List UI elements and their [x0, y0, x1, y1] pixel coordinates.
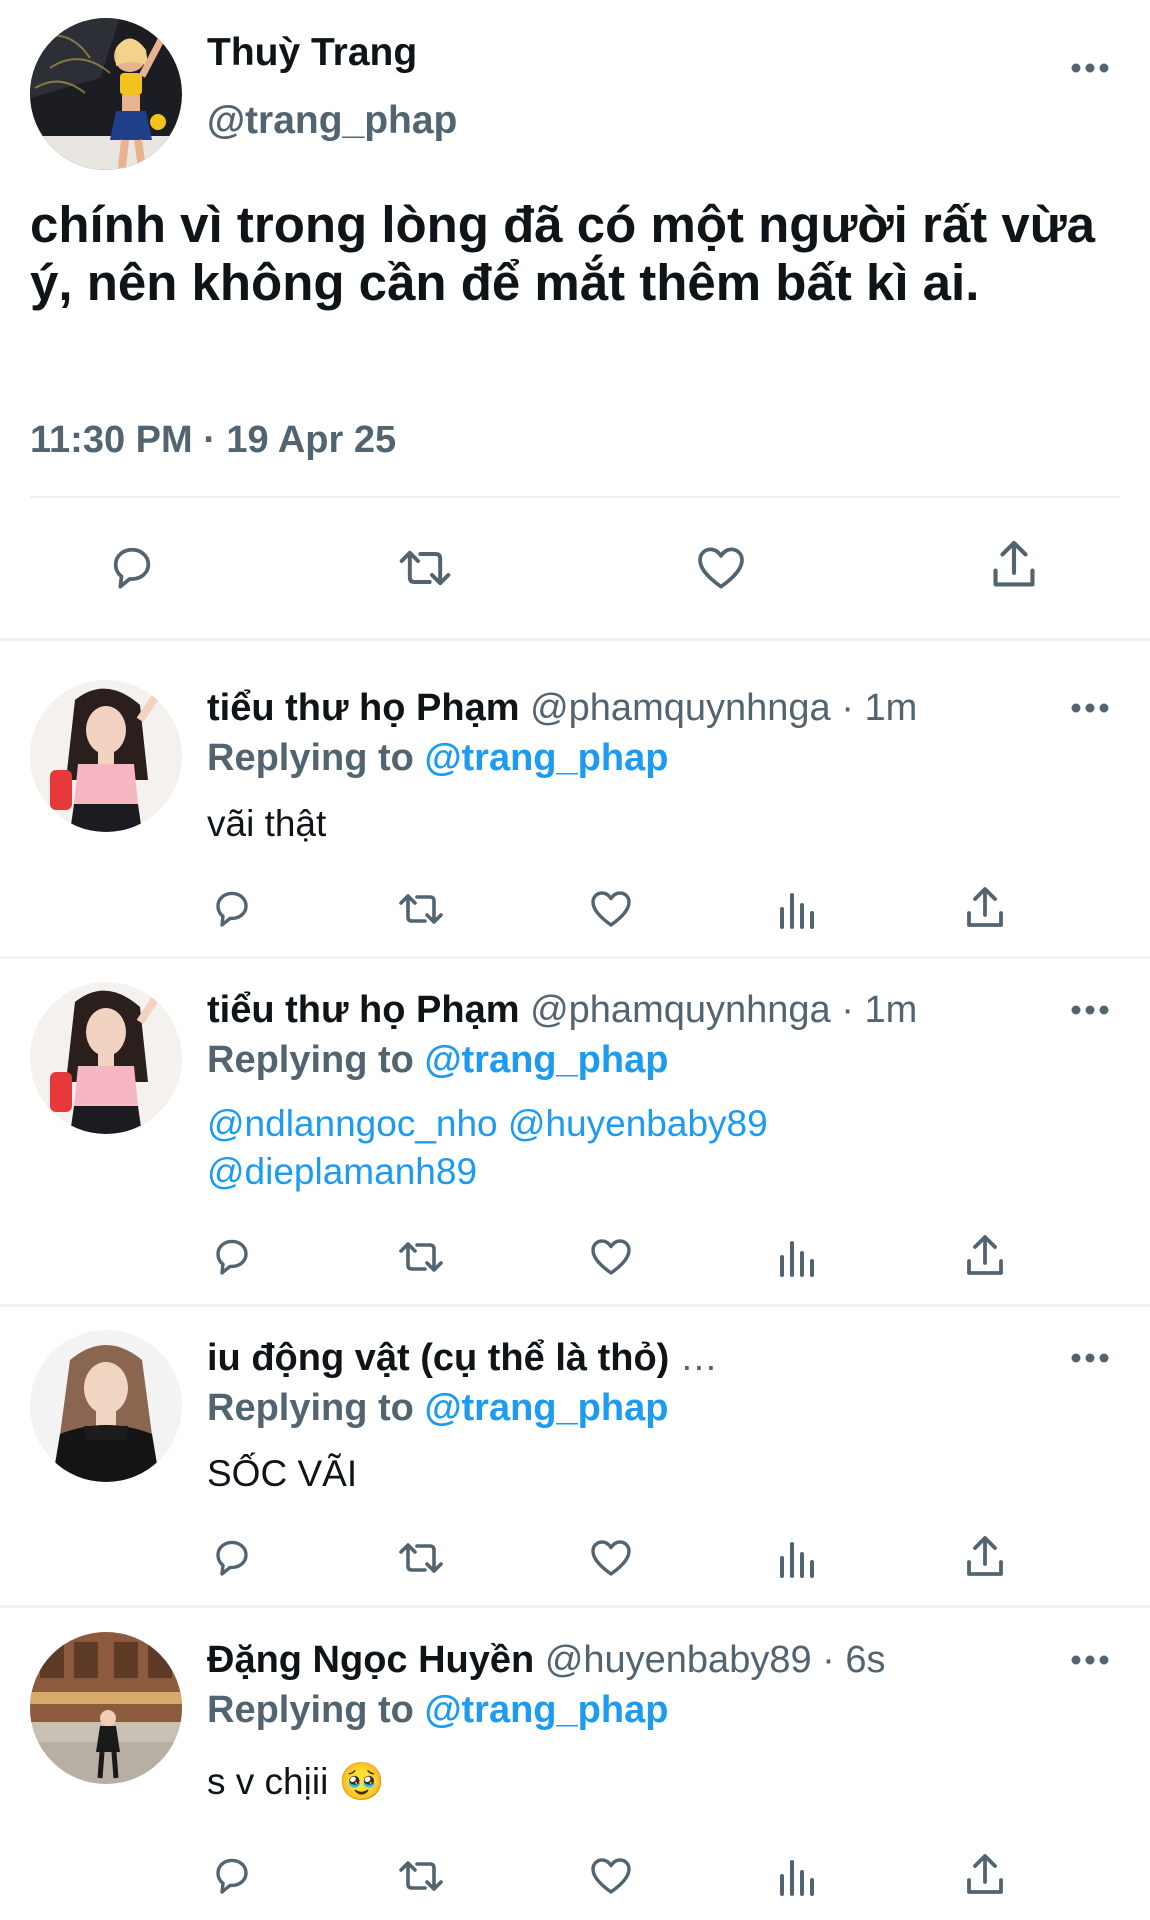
pleading-face-emoji: 🥹	[338, 1761, 385, 1802]
replying-to: Replying to @trang_phap	[207, 736, 668, 780]
reply-text: vãi thật	[207, 803, 327, 844]
main-tweet-handle[interactable]: @trang_phap	[207, 98, 457, 144]
main-tweet-divider	[30, 496, 1120, 498]
more-dots-icon[interactable]	[1070, 1002, 1110, 1018]
reply-text-row: s v chịii 🥹	[207, 1758, 385, 1806]
reply-avatar[interactable]	[30, 680, 182, 832]
reply-icon[interactable]	[208, 1534, 256, 1582]
more-dots-icon[interactable]	[1070, 60, 1110, 76]
reply-handle[interactable]: @huyenbaby89	[545, 1639, 812, 1681]
retweet-icon[interactable]	[393, 1233, 449, 1281]
replying-to-label: Replying to	[207, 737, 425, 779]
replying-to-label: Replying to	[207, 1689, 425, 1731]
reply-text: s v chịii	[207, 1761, 329, 1802]
section-divider	[0, 956, 1150, 959]
share-icon[interactable]	[961, 883, 1009, 935]
reply-header: tiểu thư họ Phạm @phamquynhnga · 1m	[207, 988, 917, 1032]
retweet-icon[interactable]	[393, 1852, 449, 1900]
like-icon[interactable]	[586, 1233, 636, 1281]
reply-icon[interactable]	[208, 885, 256, 933]
replying-to-handle[interactable]: @trang_phap	[424, 1387, 668, 1429]
replying-to-handle[interactable]: @trang_phap	[424, 737, 668, 779]
reply-display-name[interactable]: tiểu thư họ Phạm	[207, 989, 520, 1031]
analytics-icon[interactable]	[776, 1852, 820, 1900]
more-dots-icon[interactable]	[1070, 1350, 1110, 1366]
reply-time: · 6s	[811, 1639, 886, 1681]
analytics-icon[interactable]	[776, 1233, 820, 1281]
reply-mentions-line-2[interactable]: @dieplamanh89	[207, 1148, 477, 1196]
retweet-icon[interactable]	[393, 1534, 449, 1582]
reply-display-name[interactable]: tiểu thư họ Phạm	[207, 687, 520, 729]
retweet-icon[interactable]	[393, 885, 449, 933]
reply-mentions-line-1[interactable]: @ndlanngoc_nho @huyenbaby89	[207, 1100, 768, 1148]
reply-icon[interactable]	[208, 1852, 256, 1900]
analytics-icon[interactable]	[776, 1534, 820, 1582]
retweet-icon[interactable]	[392, 540, 458, 596]
reply-icon[interactable]	[104, 540, 160, 596]
replying-to: Replying to @trang_phap	[207, 1038, 668, 1082]
reply-header: iu động vật (cụ thể là thỏ) …	[207, 1336, 718, 1380]
section-divider	[0, 1605, 1150, 1608]
reply-text: SỐC VÃI	[207, 1453, 358, 1494]
reply-time: · 1m	[830, 687, 918, 729]
like-icon[interactable]	[586, 885, 636, 933]
reply-avatar[interactable]	[30, 1330, 182, 1482]
reply-handle[interactable]: @phamquynhnga	[530, 989, 831, 1031]
reply-avatar[interactable]	[30, 1632, 182, 1784]
section-divider	[0, 638, 1150, 641]
replying-to: Replying to @trang_phap	[207, 1386, 668, 1430]
section-divider	[0, 1304, 1150, 1307]
reply-avatar[interactable]	[30, 982, 182, 1134]
replying-to: Replying to @trang_phap	[207, 1688, 668, 1732]
reply-display-name[interactable]: Đặng Ngọc Huyền	[207, 1639, 534, 1681]
reply-handle[interactable]: …	[680, 1337, 718, 1379]
reply-display-name[interactable]: iu động vật (cụ thể là thỏ)	[207, 1337, 669, 1379]
like-icon[interactable]	[586, 1534, 636, 1582]
like-icon[interactable]	[586, 1852, 636, 1900]
reply-time: · 1m	[830, 989, 918, 1031]
share-icon[interactable]	[961, 1850, 1009, 1902]
replying-to-handle[interactable]: @trang_phap	[424, 1039, 668, 1081]
share-icon[interactable]	[961, 1532, 1009, 1584]
more-dots-icon[interactable]	[1070, 1652, 1110, 1668]
reply-header: tiểu thư họ Phạm @phamquynhnga · 1m	[207, 686, 917, 730]
replying-to-handle[interactable]: @trang_phap	[424, 1689, 668, 1731]
share-icon[interactable]	[961, 1231, 1009, 1283]
reply-icon[interactable]	[208, 1233, 256, 1281]
reply-header: Đặng Ngọc Huyền @huyenbaby89 · 6s	[207, 1638, 886, 1682]
like-icon[interactable]	[692, 540, 750, 596]
replying-to-label: Replying to	[207, 1387, 425, 1429]
main-tweet-display-name[interactable]: Thuỳ Trang	[207, 30, 417, 76]
reply-handle[interactable]: @phamquynhnga	[530, 687, 831, 729]
share-icon[interactable]	[986, 536, 1042, 596]
replying-to-label: Replying to	[207, 1039, 425, 1081]
main-tweet-text: chính vì trong lòng đã có một người rất …	[30, 196, 1095, 311]
main-tweet-avatar[interactable]	[30, 18, 182, 170]
analytics-icon[interactable]	[776, 885, 820, 933]
main-tweet-timestamp[interactable]: 11:30 PM · 19 Apr 25	[30, 418, 396, 462]
more-dots-icon[interactable]	[1070, 700, 1110, 716]
